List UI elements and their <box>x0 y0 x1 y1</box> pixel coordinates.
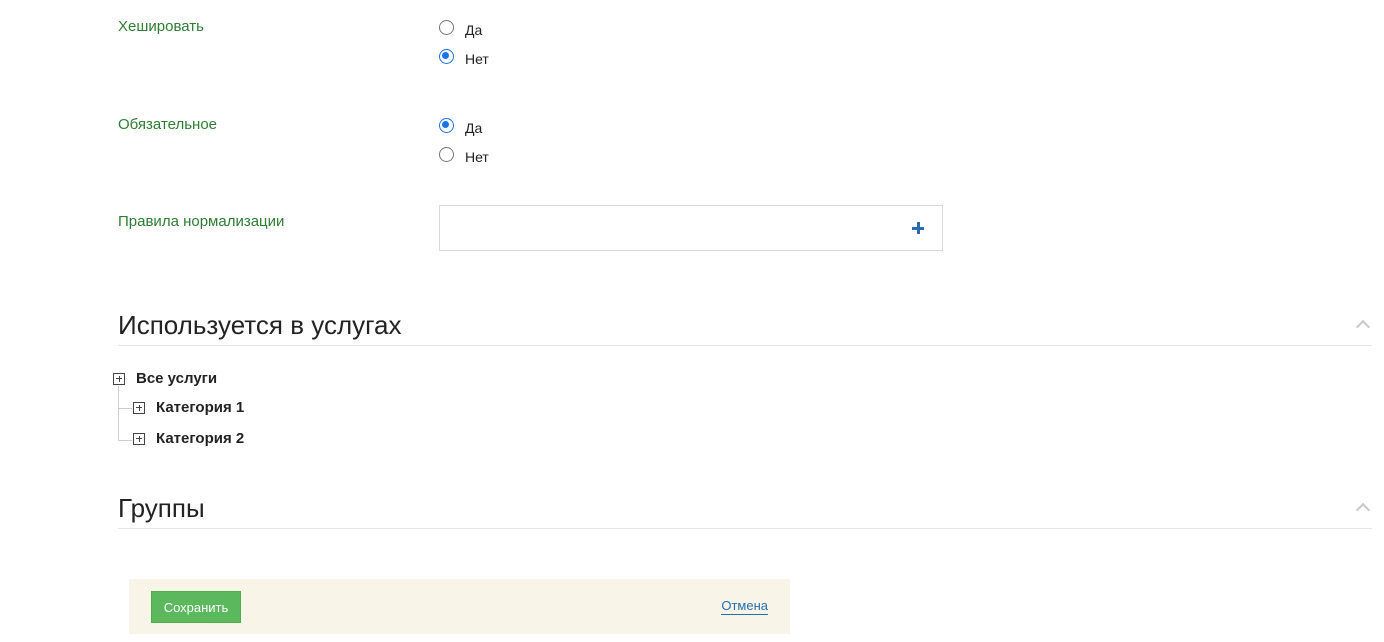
tree-node-label[interactable]: Категория 2 <box>156 430 244 447</box>
hash-field-label: Хешировать <box>118 18 204 35</box>
required-no-label[interactable]: Нет <box>465 149 489 165</box>
normalization-field-label: Правила нормализации <box>118 213 285 230</box>
required-option-no[interactable]: Нет <box>439 140 489 169</box>
expand-plus-icon[interactable] <box>133 401 145 414</box>
expand-plus-icon[interactable] <box>133 432 145 445</box>
tree-node-category-1[interactable]: Категория 1 <box>133 399 244 416</box>
required-yes-label[interactable]: Да <box>465 120 482 136</box>
tree-node-label[interactable]: Все услуги <box>136 370 217 387</box>
tree-node-category-2[interactable]: Категория 2 <box>133 430 244 447</box>
hash-no-radio[interactable] <box>439 49 454 64</box>
services-section-title: Используется в услугах <box>118 310 402 340</box>
groups-section-divider <box>118 528 1372 529</box>
expand-plus-icon[interactable] <box>113 372 125 385</box>
chevron-up-icon[interactable] <box>1355 318 1371 330</box>
hash-option-yes[interactable]: Да <box>439 13 489 42</box>
page: Хешировать Да Нет Обязательное Да Нет Пр… <box>0 0 1384 642</box>
tree-connector-2 <box>118 440 132 441</box>
hash-no-label[interactable]: Нет <box>465 51 489 67</box>
plus-icon[interactable] <box>908 218 928 238</box>
required-option-yes[interactable]: Да <box>439 111 489 140</box>
required-radio-group: Да Нет <box>439 111 489 169</box>
required-yes-radio[interactable] <box>439 118 454 133</box>
normalization-rules-box <box>439 205 943 251</box>
tree-node-label[interactable]: Категория 1 <box>156 399 244 416</box>
hash-yes-label[interactable]: Да <box>465 22 482 38</box>
tree-connector-1 <box>118 408 132 409</box>
hash-yes-radio[interactable] <box>439 20 454 35</box>
tree-connector-vertical <box>118 386 119 440</box>
tree-node-all-services[interactable]: Все услуги <box>113 370 217 387</box>
required-no-radio[interactable] <box>439 147 454 162</box>
hash-radio-group: Да Нет <box>439 13 489 71</box>
hash-option-no[interactable]: Нет <box>439 42 489 71</box>
form-action-bar: Сохранить Отмена <box>129 579 790 634</box>
required-field-label: Обязательное <box>118 116 218 133</box>
cancel-link[interactable]: Отмена <box>721 598 768 615</box>
save-button[interactable]: Сохранить <box>151 591 241 623</box>
services-section-divider <box>118 345 1372 346</box>
chevron-up-icon[interactable] <box>1355 501 1371 513</box>
groups-section-title: Группы <box>118 493 205 523</box>
